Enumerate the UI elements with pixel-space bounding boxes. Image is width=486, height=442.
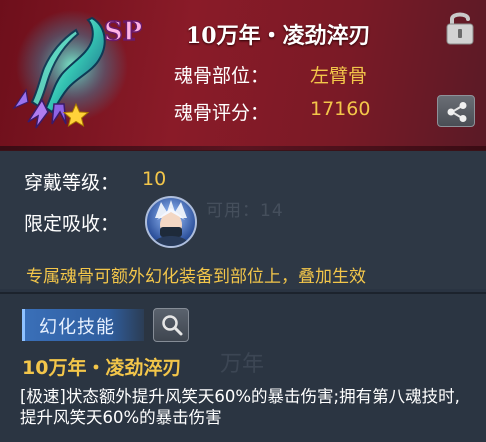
wear-level-value: 10 xyxy=(142,168,167,190)
tab-transform-skill[interactable]: 幻化技能 xyxy=(22,309,144,341)
exclusive-notice: 专属魂骨可额外幻化装备到部位上，叠加生效 xyxy=(26,267,366,287)
item-header: SP 10万年・凌劲淬刃 魂骨部位： 左臂骨 魂骨评分： 17160 xyxy=(0,0,486,151)
character-avatar[interactable] xyxy=(145,196,197,248)
skill-name: 10万年・凌劲淬刃 xyxy=(22,357,182,379)
share-button[interactable] xyxy=(437,95,475,127)
score-label: 魂骨评分： xyxy=(174,102,270,124)
lock-icon[interactable] xyxy=(443,9,477,45)
soul-bone-detail-panel: SP 10万年・凌劲淬刃 魂骨部位： 左臂骨 魂骨评分： 17160 穿戴等级：… xyxy=(0,0,486,442)
wear-level-row: 穿戴等级： 10 xyxy=(24,168,166,195)
wear-level-label: 穿戴等级： xyxy=(24,172,120,194)
sp-badge-text: SP xyxy=(104,17,142,47)
avatar-portrait-icon xyxy=(151,200,191,246)
score-value: 17160 xyxy=(310,98,371,120)
ghost-skill-text: 万年 xyxy=(220,352,265,377)
sp-badge: SP xyxy=(103,16,142,48)
tab-transform-skill-label: 幻化技能 xyxy=(39,317,115,338)
slot-row: 魂骨部位： 左臂骨 xyxy=(174,61,367,88)
slot-label: 魂骨部位： xyxy=(174,65,270,87)
skill-description: [极速]状态额外提升风笑天60%的暴击伤害;拥有第八魂技时,提升风笑天60%的暴… xyxy=(20,387,460,427)
item-title: 10万年・凌劲淬刃 xyxy=(186,23,371,49)
slot-value: 左臂骨 xyxy=(310,65,368,87)
skill-search-button[interactable] xyxy=(153,308,189,342)
ghost-usable-text: 可用：14 xyxy=(206,201,284,221)
absorb-limit-label: 限定吸收： xyxy=(24,213,120,235)
share-icon xyxy=(447,102,467,122)
search-icon xyxy=(162,315,183,336)
score-row: 魂骨评分： 17160 xyxy=(174,98,370,125)
soul-bone-item-icon: SP xyxy=(12,10,142,129)
